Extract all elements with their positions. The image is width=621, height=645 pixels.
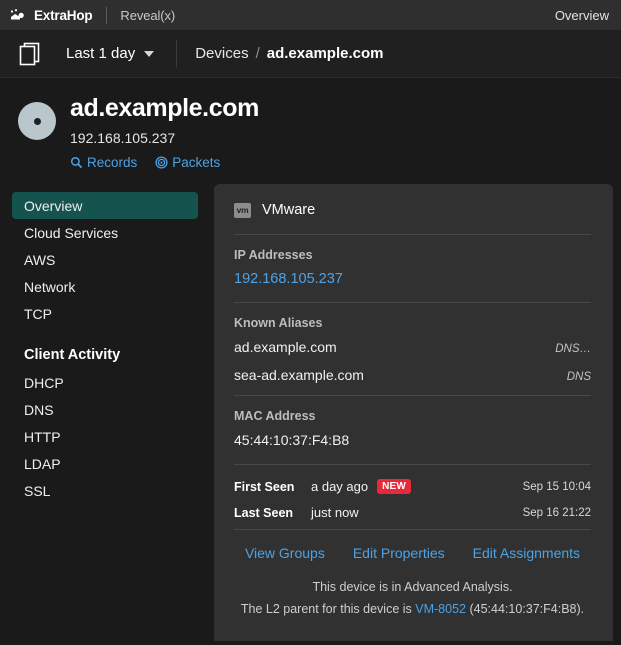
alias-name: ad.example.com: [234, 339, 337, 355]
analysis-level-text: This device is in Advanced Analysis.: [312, 580, 513, 594]
sidebar-item-label: HTTP: [24, 429, 61, 445]
sidebar-item-aws[interactable]: AWS: [12, 247, 198, 273]
topbar-divider: [106, 6, 108, 24]
timeframe-selector[interactable]: Last 1 day: [66, 45, 155, 62]
vendor-row: vm VMware: [234, 202, 591, 234]
device-header: ad.example.com 192.168.105.237 Records P…: [0, 78, 621, 184]
sidebar-group-title: Client Activity: [24, 347, 121, 363]
device-avatar-icon: [18, 102, 56, 140]
panel-footnote: This device is in Advanced Analysis. The…: [234, 577, 591, 621]
avatar-dot: [33, 117, 41, 125]
ip-address-value[interactable]: 192.168.105.237: [234, 271, 591, 302]
sidebar-item-dns[interactable]: DNS: [12, 397, 198, 423]
edit-properties-link[interactable]: Edit Properties: [353, 545, 445, 561]
sidebar-item-label: Overview: [24, 197, 83, 214]
product-name[interactable]: Reveal(x): [120, 8, 175, 23]
l2-parent-text: The L2 parent for this device is VM-8052…: [234, 599, 591, 621]
nav-bar: Last 1 day Devices / ad.example.com: [0, 30, 621, 78]
topbar-overview-label[interactable]: Overview: [555, 8, 609, 23]
edit-assignments-link[interactable]: Edit Assignments: [473, 545, 580, 561]
body-wrapper: Overview Cloud Services AWS Network TCP …: [0, 184, 621, 641]
mac-address-label: MAC Address: [234, 409, 316, 423]
mac-address-value: 45:44:10:37:F4:B8: [234, 432, 350, 448]
sidebar-item-dhcp[interactable]: DHCP: [12, 370, 198, 396]
device-header-text: ad.example.com 192.168.105.237 Records P…: [70, 94, 259, 170]
ip-addresses-label: IP Addresses: [234, 248, 313, 262]
sidebar-item-label: Cloud Services: [24, 225, 119, 241]
nav-divider: [176, 39, 178, 68]
breadcrumb-separator: /: [255, 45, 260, 62]
sidebar-item-cloud-services[interactable]: Cloud Services: [12, 220, 198, 246]
chevron-down-icon: [144, 50, 155, 57]
sidebar-item-label: DNS: [24, 402, 54, 418]
sidebar-item-label: TCP: [24, 306, 52, 322]
l2-parent-suffix: (45:44:10:37:F4:B8).: [466, 601, 585, 616]
device-detail-panel: vm VMware IP Addresses 192.168.105.237 K…: [214, 184, 613, 641]
breadcrumb-current: ad.example.com: [266, 45, 384, 62]
sidebar-item-label: SSL: [24, 483, 51, 499]
packets-link[interactable]: Packets: [155, 155, 220, 170]
search-icon: [70, 156, 83, 169]
status-badge: NEW: [377, 479, 412, 494]
alias-source: DNS…: [555, 343, 591, 355]
extrahop-logo-icon: [10, 9, 24, 20]
device-quick-links: Records Packets: [70, 155, 259, 170]
known-aliases-label: Known Aliases: [234, 316, 323, 330]
pages-icon[interactable]: [16, 39, 44, 69]
panel-actions: View Groups Edit Properties Edit Assignm…: [234, 530, 591, 577]
packets-target-icon: [155, 156, 168, 169]
brand-logo-group[interactable]: ExtraHop: [9, 7, 93, 23]
sidebar-item-label: DHCP: [24, 375, 64, 391]
sidebar-item-network[interactable]: Network: [12, 274, 198, 300]
first-seen-relative: a day ago: [311, 479, 369, 494]
timeframe-label: Last 1 day: [66, 45, 136, 62]
sidebar-item-http[interactable]: HTTP: [12, 424, 198, 450]
alias-source: DNS: [566, 371, 591, 383]
vmware-icon: vm: [234, 202, 251, 218]
alias-row: ad.example.com DNS…: [234, 339, 591, 367]
device-ip: 192.168.105.237: [70, 130, 176, 146]
brand-name: ExtraHop: [34, 7, 93, 23]
records-link-label: Records: [87, 155, 138, 170]
page-title: ad.example.com: [70, 94, 259, 122]
packets-link-label: Packets: [172, 155, 221, 170]
records-link[interactable]: Records: [70, 155, 137, 170]
sidebar-item-label: AWS: [24, 252, 56, 268]
sidebar-item-label: Network: [24, 279, 76, 295]
last-seen-relative: just now: [311, 505, 359, 520]
l2-parent-prefix: The L2 parent for this device is: [240, 601, 416, 616]
vendor-name: VMware: [262, 202, 316, 218]
top-bar: ExtraHop Reveal(x) Overview: [0, 0, 621, 30]
sidebar-item-tcp[interactable]: TCP: [12, 301, 198, 327]
first-seen-label: First Seen: [234, 479, 295, 494]
alias-name: sea-ad.example.com: [234, 367, 364, 383]
sidebar-item-ldap[interactable]: LDAP: [12, 451, 198, 477]
last-seen-label: Last Seen: [234, 505, 294, 520]
sidebar-item-overview[interactable]: Overview: [12, 192, 198, 219]
first-seen-row: First Seen a day ago NEW Sep 15 10:04: [234, 465, 591, 503]
breadcrumb-parent[interactable]: Devices: [195, 45, 248, 62]
first-seen-absolute: Sep 15 10:04: [522, 480, 591, 493]
breadcrumb: Devices / ad.example.com: [195, 45, 383, 62]
alias-row: sea-ad.example.com DNS: [234, 367, 591, 395]
last-seen-absolute: Sep 16 21:22: [522, 506, 591, 519]
sidebar-item-label: LDAP: [24, 456, 61, 472]
l2-parent-link[interactable]: VM-8052: [415, 602, 466, 616]
sidebar: Overview Cloud Services AWS Network TCP …: [12, 184, 198, 641]
view-groups-link[interactable]: View Groups: [245, 545, 325, 561]
last-seen-row: Last Seen just now Sep 16 21:22: [234, 503, 591, 529]
sidebar-item-ssl[interactable]: SSL: [12, 478, 198, 504]
